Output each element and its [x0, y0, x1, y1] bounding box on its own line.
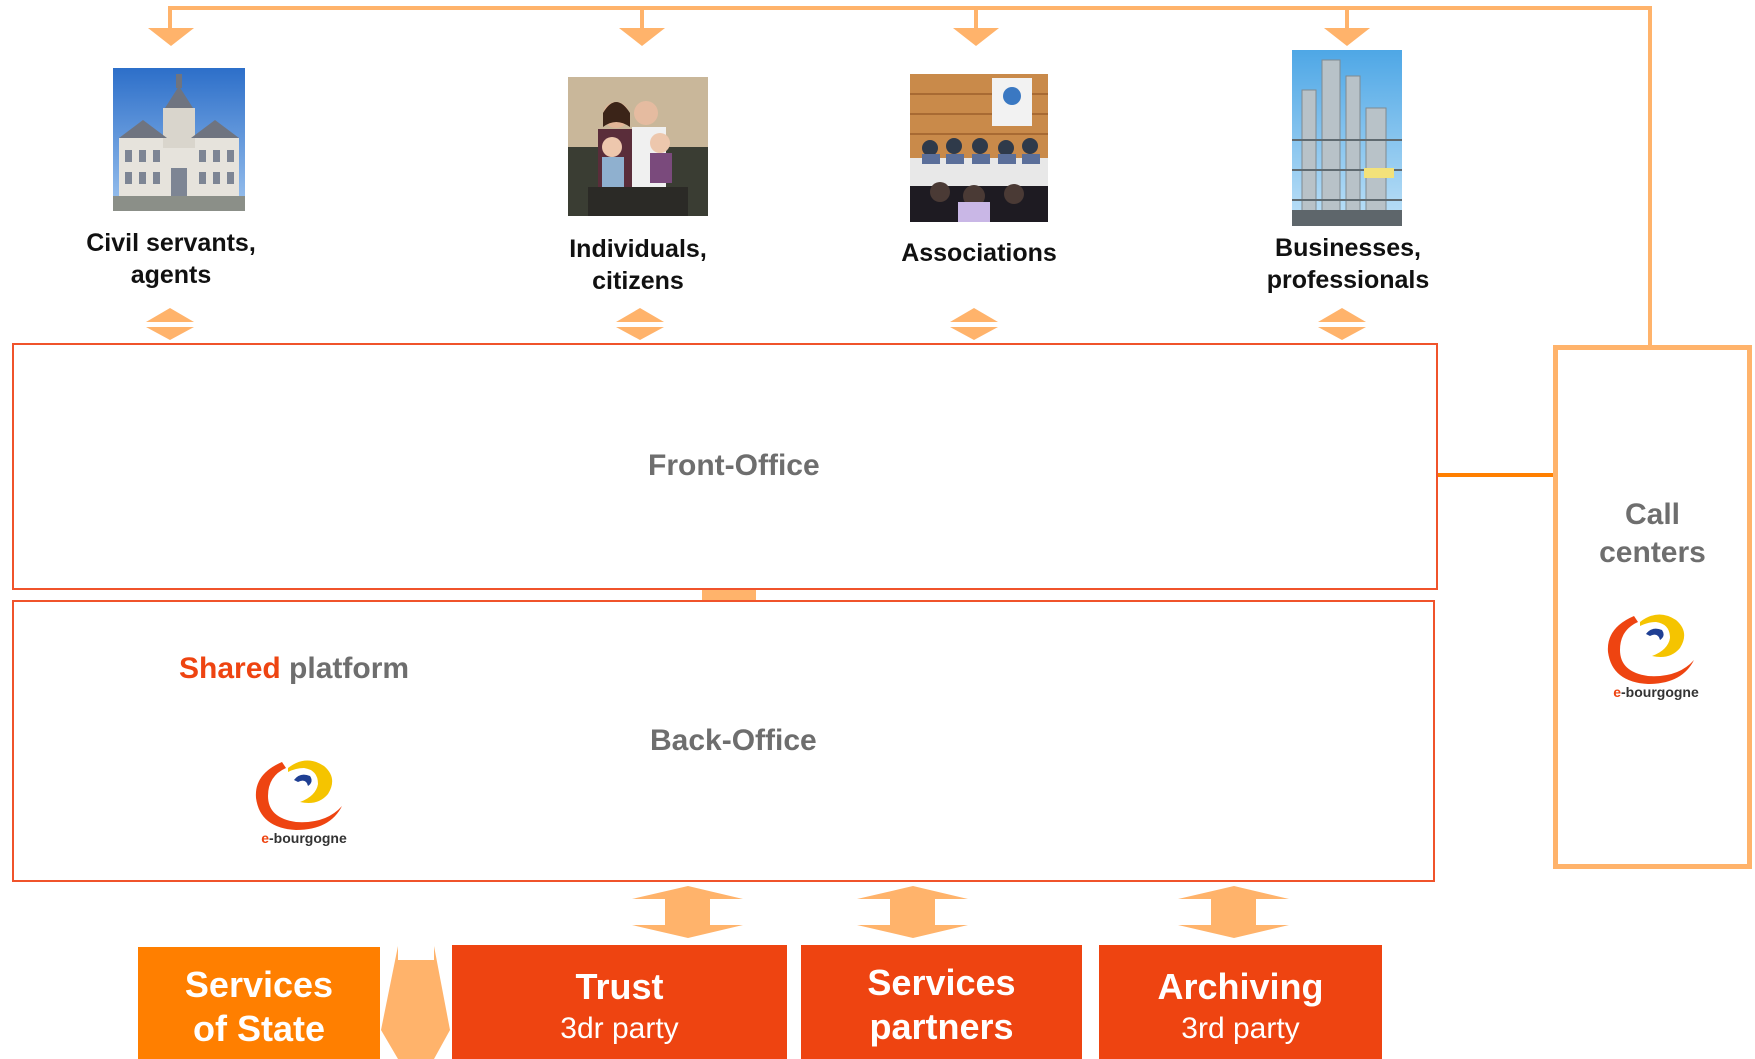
back-archiving-arrow [1178, 886, 1289, 938]
front-office-title: Front-Office [648, 449, 820, 482]
audience-label-associations: Associations [901, 239, 1057, 267]
audience-label-businesses: Businesses, professionals [1266, 234, 1430, 294]
updown-arrow-businesses [1318, 308, 1366, 340]
e-bourgogne-text-call: e-bourgogne [1613, 684, 1699, 700]
call-centers-label: Call centers [1599, 498, 1706, 569]
down-arrow-individuals [619, 28, 665, 46]
back-office-box: Shared platform Back-Office e-bourgogne [12, 600, 1435, 882]
updown-arrow-civil [146, 308, 194, 340]
audience-label-individuals: Individuals, citizens [569, 235, 707, 295]
state-trust-arrow [381, 946, 450, 1059]
updown-arrow-associations [950, 308, 998, 340]
back-office-title: Back-Office [650, 724, 817, 757]
front-office-box: Front-Office [12, 343, 1438, 590]
family-photo [568, 77, 708, 216]
e-bourgogne-logo-call: e-bourgogne [1586, 600, 1726, 710]
down-arrow-businesses [1324, 28, 1370, 46]
e-bourgogne-swirl-icon [1607, 614, 1694, 684]
archiving-3rd-party-box: Archiving 3rd party [1099, 945, 1382, 1059]
industrial-plant-photo [1292, 50, 1402, 226]
shared-highlight: Shared [179, 652, 281, 685]
e-bourgogne-text-back: e-bourgogne [261, 830, 347, 846]
down-arrow-civil [148, 28, 194, 46]
services-partners-box: Services partners [801, 945, 1082, 1059]
e-bourgogne-swirl-icon [255, 760, 342, 830]
e-bourgogne-logo-back: e-bourgogne [234, 746, 374, 856]
association-meeting-photo [910, 74, 1048, 222]
trust-3rd-party-box: Trust 3dr party [452, 945, 787, 1059]
back-partners-arrow [857, 886, 968, 938]
call-centers-box: Call centers e-bourgogne [1553, 345, 1752, 869]
back-trust-arrow [632, 886, 743, 938]
audience-label-civil: Civil servants, agents [86, 229, 256, 289]
shared-platform-label: Shared platform [179, 652, 409, 686]
down-arrow-associations [953, 28, 999, 46]
updown-arrow-individuals [616, 308, 664, 340]
services-of-state-box: Services of State [138, 947, 380, 1059]
city-hall-photo [113, 68, 245, 211]
shared-rest: platform [280, 652, 410, 685]
